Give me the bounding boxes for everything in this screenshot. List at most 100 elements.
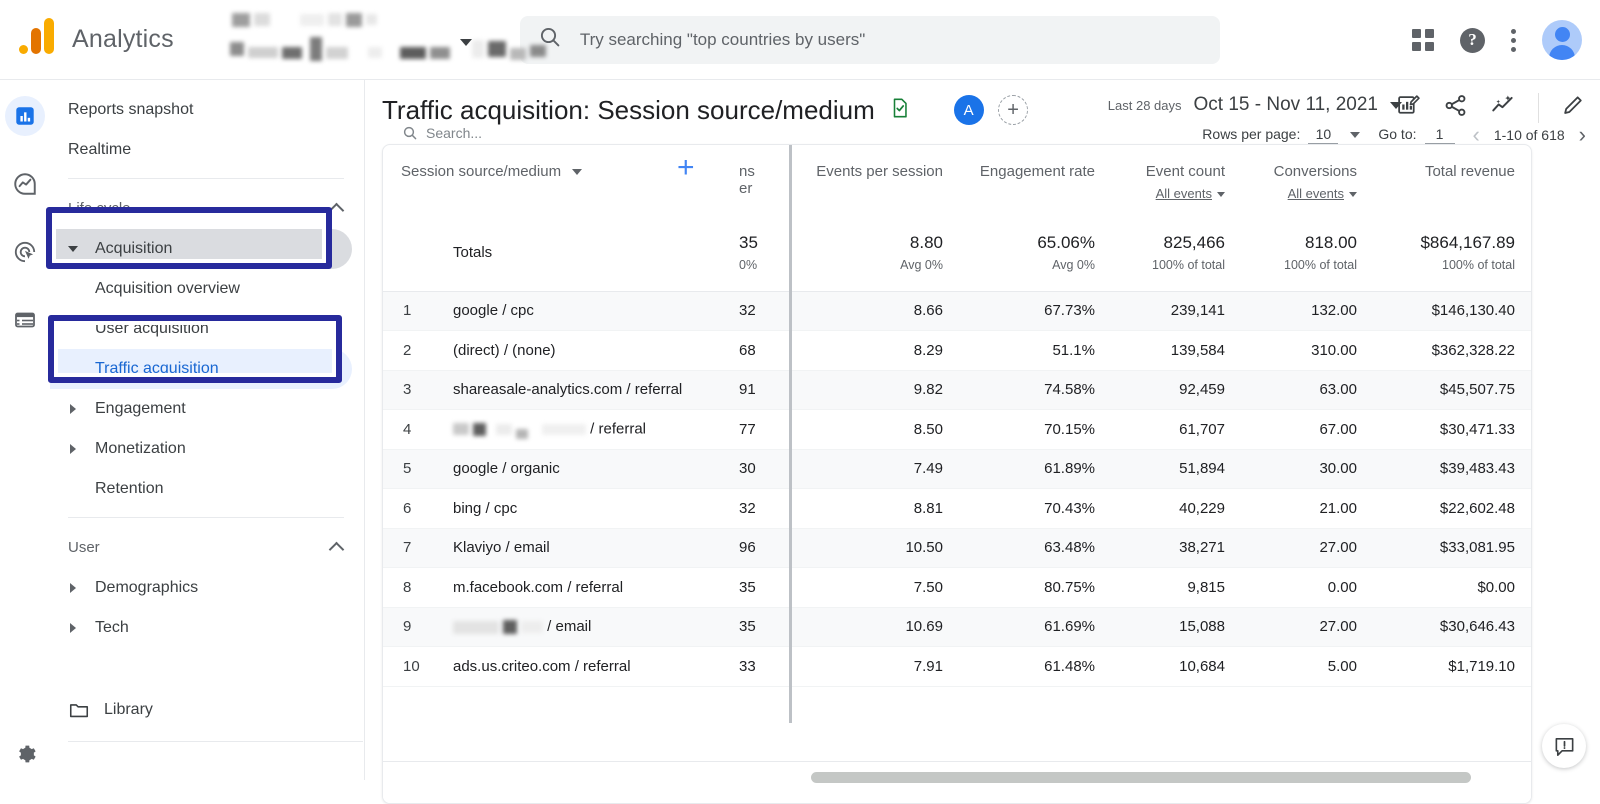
chevron-right-icon[interactable] — [70, 583, 76, 593]
chevron-right-icon[interactable] — [70, 404, 76, 414]
chevron-right-icon[interactable] — [70, 623, 76, 633]
table-row[interactable]: 1google / cpc328.6667.73%239,141132.00$1… — [383, 291, 1532, 331]
table-row[interactable]: 10ads.us.criteo.com / referral337.9161.4… — [383, 647, 1532, 687]
chevron-down-icon[interactable] — [572, 169, 582, 175]
cell-clipped: 33 — [735, 647, 805, 687]
cell-source-medium[interactable]: (direct) / (none) — [435, 331, 735, 371]
cell-events-per-session: 10.50 — [805, 528, 957, 568]
report-search[interactable]: Search... — [402, 125, 482, 141]
feedback-button[interactable] — [1542, 724, 1586, 768]
table-row[interactable]: 7Klaviyo / email9610.5063.48%38,27127.00… — [383, 528, 1532, 568]
cell-clipped: 96 — [735, 528, 805, 568]
property-selector[interactable] — [204, 9, 484, 71]
chevron-down-icon[interactable] — [1350, 132, 1360, 138]
more-vert-icon[interactable] — [1511, 29, 1516, 52]
event-count-filter[interactable]: All events — [1109, 186, 1225, 201]
add-dimension-button[interactable]: + — [677, 159, 701, 177]
date-range-selector[interactable]: Last 28 days Oct 15 - Nov 11, 2021 — [1108, 94, 1402, 116]
table-row[interactable]: 6bing / cpc328.8170.43%40,22921.00$22,60… — [383, 489, 1532, 529]
sidebar-item-tech[interactable]: Tech — [50, 608, 352, 648]
insights-icon[interactable] — [1490, 92, 1516, 123]
sidebar-group-life-cycle[interactable]: Life cycle — [50, 187, 364, 229]
audience-badge[interactable]: A — [954, 95, 984, 125]
column-drag-divider[interactable] — [789, 145, 792, 723]
sidebar-item-library[interactable]: Library — [50, 690, 153, 730]
column-header-conversions[interactable]: Conversions All events — [1239, 145, 1371, 215]
table-row[interactable]: 4 / referral778.5070.15%61,70767.00$30,4… — [383, 410, 1532, 450]
rail-item-advertising[interactable] — [5, 232, 45, 272]
traffic-acquisition-table: Session source/medium + ns er Events per… — [383, 145, 1532, 687]
table-row[interactable]: 9 / email3510.6961.69%15,08827.00$30,646… — [383, 607, 1532, 647]
sidebar: Reports snapshot Realtime Life cycle Acq… — [50, 80, 365, 780]
table-body: 1google / cpc328.6667.73%239,141132.00$1… — [383, 291, 1532, 686]
cell-source-medium[interactable]: google / cpc — [435, 291, 735, 331]
document-check-icon[interactable] — [889, 96, 911, 125]
cell-engagement-rate: 67.73% — [957, 291, 1109, 331]
search-input[interactable] — [578, 29, 1202, 51]
chevron-up-icon[interactable] — [329, 202, 345, 218]
totals-total-revenue: $864,167.89 100% of total — [1371, 215, 1532, 291]
column-header-engagement-rate[interactable]: Engagement rate — [957, 145, 1109, 215]
table-row[interactable]: 8m.facebook.com / referral357.5080.75%9,… — [383, 568, 1532, 608]
rows-per-page[interactable]: Rows per page: 10 — [1202, 126, 1360, 144]
cell-source-medium[interactable]: bing / cpc — [435, 489, 735, 529]
horizontal-scrollbar[interactable] — [383, 761, 1532, 803]
sidebar-item-user-acquisition[interactable]: User acquisition — [50, 309, 352, 349]
cell-index: 8 — [383, 568, 435, 608]
sidebar-item-engagement[interactable]: Engagement — [50, 389, 352, 429]
chevron-right-icon[interactable]: › — [1579, 124, 1586, 146]
report-search-placeholder: Search... — [426, 125, 482, 141]
chevron-down-icon[interactable] — [68, 246, 78, 252]
column-header-events-per-session[interactable]: Events per session — [805, 145, 957, 215]
table-row[interactable]: 3shareasale-analytics.com / referral919.… — [383, 370, 1532, 410]
help-icon[interactable]: ? — [1460, 28, 1485, 53]
apps-grid-icon[interactable] — [1412, 29, 1434, 51]
sidebar-item-reports-snapshot[interactable]: Reports snapshot — [50, 90, 352, 130]
go-to-input[interactable]: 1 — [1425, 126, 1455, 144]
chevron-up-icon[interactable] — [329, 541, 345, 557]
avatar[interactable] — [1542, 20, 1582, 60]
nav-rail — [0, 80, 50, 780]
cell-source-medium[interactable]: m.facebook.com / referral — [435, 568, 735, 608]
edit-chart-icon[interactable] — [1396, 93, 1421, 123]
sidebar-group-user[interactable]: User — [50, 526, 364, 568]
scrollbar-thumb[interactable] — [811, 772, 1471, 783]
cell-conversions: 27.00 — [1239, 607, 1371, 647]
cell-dimension: (direct) / (none) — [453, 342, 556, 359]
cell-events-per-session: 8.29 — [805, 331, 957, 371]
gear-icon[interactable] — [15, 743, 37, 770]
chevron-right-icon[interactable] — [70, 444, 76, 454]
property-chevron-down-icon[interactable] — [460, 39, 472, 46]
sidebar-item-acquisition-overview[interactable]: Acquisition overview — [50, 269, 352, 309]
sidebar-item-traffic-acquisition[interactable]: Traffic acquisition — [50, 349, 352, 389]
cell-source-medium[interactable]: Klaviyo / email — [435, 528, 735, 568]
table-row[interactable]: 2(direct) / (none)688.2951.1%139,584310.… — [383, 331, 1532, 371]
cell-source-medium[interactable]: ads.us.criteo.com / referral — [435, 647, 735, 687]
rows-per-page-value[interactable]: 10 — [1308, 126, 1338, 144]
rail-item-explore[interactable] — [5, 164, 45, 204]
global-search[interactable] — [520, 16, 1220, 64]
add-comparison-button[interactable]: + — [998, 95, 1028, 125]
go-to-page[interactable]: Go to: 1 — [1378, 126, 1454, 144]
cell-conversions: 5.00 — [1239, 647, 1371, 687]
column-header-clipped[interactable]: + ns er — [735, 145, 805, 215]
column-header-event-count[interactable]: Event count All events — [1109, 145, 1239, 215]
table-row[interactable]: 5google / organic307.4961.89%51,89430.00… — [383, 449, 1532, 489]
rail-item-configure[interactable] — [5, 300, 45, 340]
sidebar-item-monetization[interactable]: Monetization — [50, 429, 352, 469]
cell-source-medium[interactable]: google / organic — [435, 449, 735, 489]
sidebar-item-acquisition[interactable]: Acquisition — [50, 229, 352, 269]
cell-source-medium[interactable]: shareasale-analytics.com / referral — [435, 370, 735, 410]
customize-pencil-icon[interactable] — [1561, 93, 1586, 123]
chevron-left-icon[interactable]: ‹ — [1473, 124, 1480, 146]
column-header-total-revenue[interactable]: Total revenue — [1371, 145, 1532, 215]
rail-item-reports[interactable] — [5, 96, 45, 136]
explore-trend-icon — [12, 171, 38, 197]
share-icon[interactable] — [1443, 93, 1468, 123]
cell-source-medium[interactable]: / email — [435, 607, 735, 647]
conversions-filter[interactable]: All events — [1239, 186, 1357, 201]
sidebar-item-realtime[interactable]: Realtime — [50, 130, 352, 170]
sidebar-item-retention[interactable]: Retention — [50, 469, 352, 509]
sidebar-item-demographics[interactable]: Demographics — [50, 568, 352, 608]
cell-source-medium[interactable]: / referral — [435, 410, 735, 450]
